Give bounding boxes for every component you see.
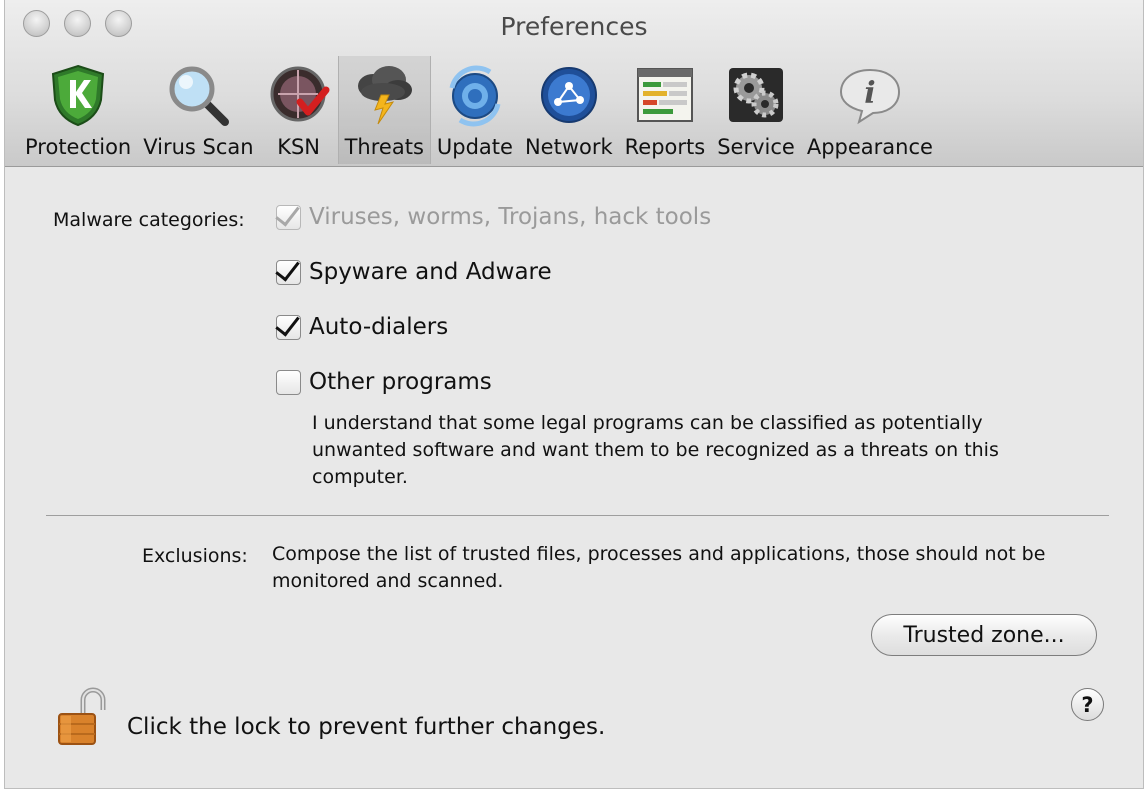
tab-label: Network [524,135,613,159]
tab-label: KSN [277,135,321,159]
threats-pane: Malware categories: Viruses, worms, Troj… [5,166,1143,788]
tab-label: Threats [344,135,424,159]
viruses-worms-checkbox: Viruses, worms, Trojans, hack tools [276,204,711,230]
description-line: monitored and scanned. [272,570,504,592]
tab-label: Service [717,135,795,159]
checkbox-box[interactable] [276,259,301,285]
malware-categories-label: Malware categories: [53,209,245,231]
shield-k-icon [52,64,105,127]
magnifier-icon [169,66,230,126]
svg-text:i: i [864,76,875,111]
checkbox-box [276,204,301,230]
checkbox-label: Auto-dialers [309,314,449,340]
section-divider [46,515,1109,516]
tab-label: Virus Scan [143,135,254,159]
lock-message: Click the lock to prevent further change… [127,714,606,740]
tab-label: Reports [624,135,706,159]
checkbox-label: Viruses, worms, Trojans, hack tools [309,204,712,230]
checkbox-box[interactable] [276,369,301,395]
ksn-globe-icon [270,66,330,122]
spyware-adware-checkbox[interactable]: Spyware and Adware [276,259,552,285]
tab-label: Update [436,135,513,159]
tab-protection[interactable]: Protection [19,56,137,164]
tab-virus-scan[interactable]: Virus Scan [137,56,259,164]
tab-service[interactable]: Service [711,56,801,164]
padlock-open-icon[interactable] [57,686,113,746]
auto-dialers-checkbox[interactable]: Auto-dialers [276,314,448,340]
tab-reports[interactable]: Reports [619,56,712,164]
description-line: Compose the list of trusted files, proce… [272,543,1046,565]
checkbox-label: Spyware and Adware [309,259,552,285]
gears-icon [729,68,784,122]
exclusions-label: Exclusions: [142,545,248,567]
exclusions-description: Compose the list of trusted files, proce… [272,541,1045,595]
preferences-toolbar: Protection Virus Scan KSN Threats Update… [19,56,939,164]
preferences-window: Preferences Protection Virus Scan KSN Th… [4,0,1144,789]
tab-ksn[interactable]: KSN [260,56,338,164]
info-bubble-icon: i [839,68,900,125]
other-programs-note: I understand that some legal programs ca… [312,410,999,491]
note-line: computer. [312,466,408,488]
trusted-zone-button[interactable]: Trusted zone... [871,614,1097,656]
checkbox-box[interactable] [276,314,301,340]
help-button[interactable]: ? [1071,688,1104,721]
other-programs-checkbox[interactable]: Other programs [276,369,492,395]
checkbox-label: Other programs [309,369,492,395]
note-line: I understand that some legal programs ca… [312,412,983,434]
storm-cloud-icon [358,66,413,125]
tab-appearance[interactable]: i Appearance [801,56,939,164]
update-globe-icon [449,65,501,127]
tab-threats[interactable]: Threats [337,56,431,164]
tab-network[interactable]: Network [519,56,619,164]
network-globe-icon [540,67,597,123]
tab-label: Appearance [806,135,933,159]
tab-label: Protection [25,135,132,159]
title-toolbar: Preferences Protection Virus Scan KSN Th… [5,0,1143,167]
note-line: unwanted software and want them to be re… [312,439,999,461]
tab-update[interactable]: Update [431,56,519,164]
window-title: Preferences [500,12,648,41]
report-table-icon [636,68,693,122]
